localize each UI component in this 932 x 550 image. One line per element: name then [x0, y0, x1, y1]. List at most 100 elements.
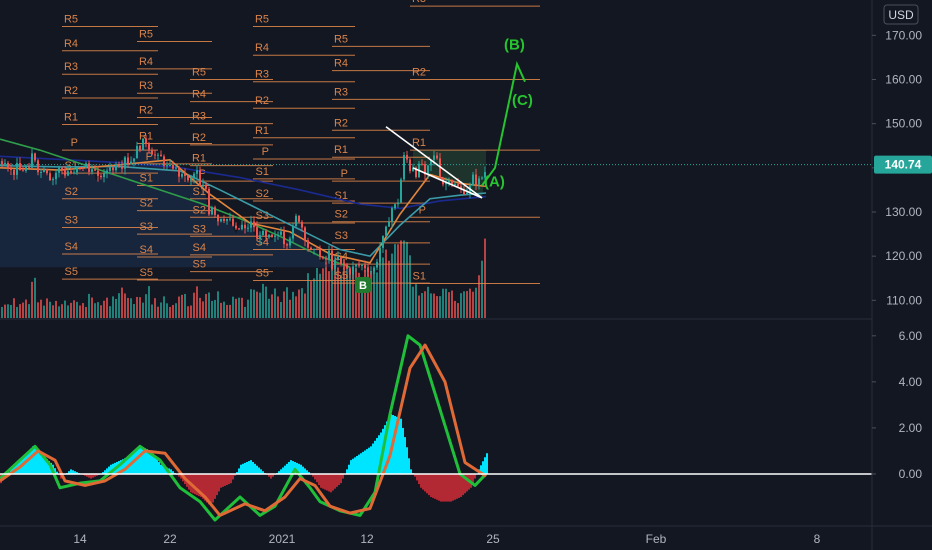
volume-bar	[256, 291, 258, 318]
volume-bar	[91, 297, 93, 318]
volume-bar	[19, 304, 21, 318]
oscillator-histogram-bar	[224, 473, 226, 486]
oscillator-histogram-bar	[400, 418, 402, 474]
volume-bar	[328, 271, 330, 318]
volume-bar	[16, 306, 18, 318]
candle-body	[247, 227, 249, 229]
volume-bar	[454, 300, 456, 318]
candle-body	[4, 162, 6, 165]
pivot-level-label: R2	[64, 85, 78, 97]
candle-body	[328, 250, 330, 260]
candle-body	[361, 264, 363, 266]
volume-bar	[208, 292, 210, 318]
candle-body	[187, 175, 189, 181]
pivot-level-label: R4	[64, 38, 78, 50]
volume-bar	[442, 288, 444, 318]
oscillator-histogram-bar	[230, 473, 232, 484]
oscillator-histogram-bar	[350, 460, 352, 474]
volume-bar	[55, 300, 57, 318]
candle-body	[7, 162, 9, 169]
volume-bar	[400, 240, 402, 318]
candle-body	[139, 145, 141, 151]
candle-body	[472, 174, 474, 186]
oscillator-histogram-bar	[282, 467, 284, 474]
volume-bar	[472, 291, 474, 318]
candle-body	[100, 175, 102, 178]
volume-bar	[190, 305, 192, 318]
volume-bar	[280, 301, 282, 318]
candle-body	[313, 248, 315, 250]
candle-body	[379, 247, 381, 262]
candle-body	[346, 264, 348, 269]
date-axis-tick-label: 12	[360, 532, 374, 546]
volume-bar	[403, 240, 405, 318]
candle-body	[193, 173, 195, 179]
volume-bar	[445, 288, 447, 318]
date-axis-tick-label: 22	[163, 532, 177, 546]
oscillator-histogram-bar	[348, 464, 350, 474]
pivot-level-label: S1	[256, 166, 269, 178]
trading-chart[interactable]: R5 R4 R3 R2 R1 P S1 S2 S3 S4 S5 R5 R4 R3 R2 R1 P S1 S2 S3 S4…	[0, 0, 932, 550]
oscillator-histogram-bar	[434, 473, 436, 499]
volume-bar	[7, 304, 9, 318]
oscillator-histogram-bar	[446, 473, 448, 502]
candle-body	[34, 153, 36, 161]
oscillator-histogram-bar	[366, 449, 368, 474]
volume-bar	[145, 294, 147, 318]
oscillator-histogram-bar	[330, 473, 332, 493]
candle-body	[208, 188, 210, 215]
candle-body	[331, 250, 333, 270]
volume-bar	[427, 286, 429, 318]
volume-bar	[85, 306, 87, 318]
volume-bar	[307, 273, 309, 318]
oscillator-histogram-bar	[408, 458, 410, 474]
volume-bar	[409, 255, 411, 318]
candle-body	[298, 215, 300, 222]
oscillator-histogram-bar	[318, 473, 320, 486]
volume-bar	[61, 304, 63, 318]
oscillator-histogram-bar	[322, 473, 324, 489]
candle-body	[94, 169, 96, 171]
candle-body	[202, 184, 204, 187]
oscillator-histogram-bar	[466, 473, 468, 492]
oscillator-histogram-bar	[250, 460, 252, 474]
oscillator-histogram-bar	[354, 457, 356, 474]
volume-bar	[118, 293, 120, 318]
candle-body	[478, 178, 480, 185]
pivot-level-label: S3	[335, 230, 348, 242]
volume-bar	[394, 244, 396, 318]
oscillator-histogram-bar	[140, 446, 142, 474]
volume-bar	[292, 291, 294, 318]
pivot-level-label: S3	[65, 214, 78, 226]
volume-bar	[232, 296, 234, 318]
volume-bar	[40, 299, 42, 318]
volume-bar	[418, 295, 420, 318]
candle-body	[316, 248, 318, 250]
oscillator-histogram-bar	[136, 450, 138, 474]
candle-body	[481, 177, 483, 179]
candle-body	[211, 207, 213, 215]
candle-body	[370, 271, 372, 273]
pivot-level-label: R5	[255, 14, 269, 26]
oscillator-histogram-bar	[328, 473, 330, 492]
candle-body	[118, 164, 120, 167]
pivot-level-label: R5	[139, 29, 153, 41]
pivot-level-label: R2	[139, 104, 153, 116]
price-axis-tick-label: 160.00	[885, 73, 922, 87]
volume-bar	[439, 296, 441, 318]
candle-body	[166, 165, 168, 167]
volume-bar	[34, 277, 36, 318]
volume-bar	[412, 286, 414, 318]
volume-bar	[475, 287, 477, 318]
volume-bar	[298, 289, 300, 318]
candle-body	[109, 167, 111, 171]
volume-bar	[133, 304, 135, 318]
currency-label: USD	[888, 8, 914, 22]
volume-bar	[355, 268, 357, 318]
osc-axis-tick-label: 2.00	[899, 421, 923, 435]
oscillator-histogram-bar	[404, 437, 406, 474]
volume-bar	[277, 296, 279, 318]
oscillator-histogram-bar	[362, 451, 364, 474]
volume-bar	[193, 292, 195, 318]
oscillator-histogram-bar	[440, 473, 442, 502]
